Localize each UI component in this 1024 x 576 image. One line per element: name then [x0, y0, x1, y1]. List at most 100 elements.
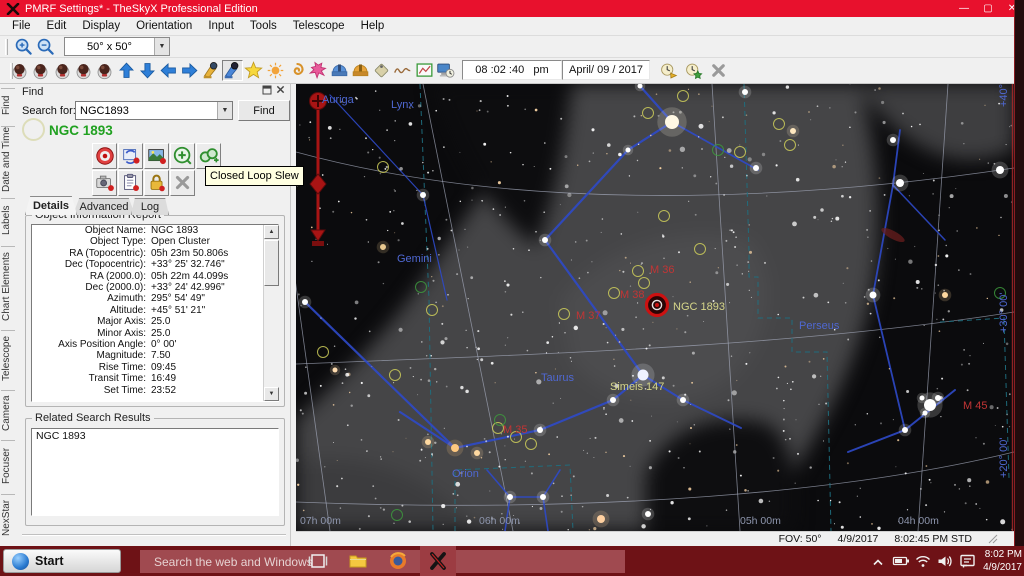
sidebar-tab-focuser[interactable]: Focuser	[1, 440, 15, 490]
clock-add-icon[interactable]	[683, 60, 704, 81]
target-marker[interactable]	[647, 295, 668, 316]
rotation-slider[interactable]	[310, 93, 327, 247]
menu-item-orientation[interactable]: Orientation	[128, 18, 200, 34]
scroll-up-icon[interactable]: ▲	[264, 225, 279, 239]
volume-icon[interactable]	[935, 552, 954, 571]
tab-advanced[interactable]: Advanced	[73, 198, 135, 215]
monitor-icon[interactable]	[435, 60, 456, 81]
lock-button[interactable]	[144, 170, 169, 196]
report-row: Magnitude:7.50	[32, 350, 278, 361]
dock-pin-icon[interactable]	[262, 85, 272, 98]
swirl-icon[interactable]	[286, 60, 307, 81]
tab-log[interactable]: Log	[131, 198, 169, 215]
menu-item-tools[interactable]: Tools	[242, 18, 285, 34]
clock-go-icon[interactable]	[658, 60, 679, 81]
chart-label: M 38	[620, 289, 644, 301]
task-view-taskbar-icon[interactable]	[300, 546, 336, 576]
scrollbar-thumb[interactable]	[264, 240, 279, 286]
menu-item-input[interactable]: Input	[200, 18, 242, 34]
taskbar-clock[interactable]: 8:02 PM 4/9/2017	[976, 548, 1022, 574]
star-icon[interactable]	[243, 60, 264, 81]
menu-item-help[interactable]: Help	[353, 18, 393, 34]
battery-icon[interactable]	[891, 552, 910, 571]
sidebar-tab-camera[interactable]: Camera	[1, 390, 15, 436]
copy-report-button[interactable]	[118, 170, 143, 196]
dome-orange-icon[interactable]	[350, 60, 371, 81]
dome-blue-icon[interactable]	[329, 60, 350, 81]
resize-grip-icon[interactable]	[988, 534, 998, 544]
joystick-icon[interactable]	[30, 60, 51, 81]
sidebar-tab-labels[interactable]: Labels	[1, 198, 15, 242]
sidebar-tab-find[interactable]: Find	[1, 88, 15, 122]
joystick-icon[interactable]	[9, 60, 30, 81]
search-label: Search for:	[22, 105, 76, 117]
report-value: +45° 51' 21"	[146, 305, 205, 316]
theskyx-taskbar-icon[interactable]	[420, 546, 456, 576]
clock-date: 4/9/2017	[976, 561, 1022, 574]
firefox-taskbar-icon[interactable]	[380, 546, 416, 576]
joystick-icon[interactable]	[73, 60, 94, 81]
time-field[interactable]: 08 :02 :40 pm	[462, 60, 562, 80]
photo-view-button[interactable]	[144, 143, 169, 169]
menu-item-telescope[interactable]: Telescope	[285, 18, 353, 34]
chart-label: +40° 00'	[998, 84, 1010, 107]
tab-details[interactable]: Details	[25, 196, 77, 215]
sidebar-tab-date-and-time[interactable]: Date and Time	[1, 126, 15, 194]
arrow-up-icon[interactable]	[116, 60, 137, 81]
find-button[interactable]: Find	[238, 100, 290, 121]
maximize-button[interactable]: ▢	[976, 0, 1000, 17]
report-row: Dec (Topocentric):+33° 25' 32.746"	[32, 259, 278, 270]
report-row: Azimuth:295° 54' 49"	[32, 293, 278, 304]
date-field[interactable]: April/ 09 / 2017	[562, 60, 650, 80]
taskbar: Start Search the web and Windows 8:02 PM…	[0, 546, 1024, 576]
related-result-item[interactable]: NGC 1893	[32, 429, 278, 443]
close-panel-icon[interactable]	[276, 85, 285, 98]
zoom-out-button[interactable]	[34, 37, 56, 57]
arrow-right-icon[interactable]	[179, 60, 200, 81]
related-results-listbox[interactable]: NGC 1893	[31, 428, 279, 516]
add-list-button[interactable]	[170, 143, 195, 169]
take-photo-button[interactable]	[92, 170, 117, 196]
slew-target-button[interactable]	[92, 143, 117, 169]
chart-icon[interactable]	[414, 60, 435, 81]
splash-icon[interactable]	[307, 60, 328, 81]
close-x-icon[interactable]	[708, 60, 729, 81]
squiggle-icon[interactable]	[392, 60, 413, 81]
star-chart[interactable]: AurigaLynxGeminiPerseusTaurusOrionNGC 18…	[296, 84, 1014, 531]
chart-label: 07h 00m	[300, 515, 341, 527]
toolbar-grip[interactable]	[5, 39, 8, 55]
chevron-down-icon[interactable]: ▼	[217, 102, 232, 119]
menu-item-display[interactable]: Display	[74, 18, 128, 34]
sidebar-tab-nexstar[interactable]: NexStar	[1, 494, 15, 540]
sidebar-tab-telescope[interactable]: Telescope	[1, 330, 15, 386]
zoom-in-button[interactable]	[12, 37, 34, 57]
chevron-down-icon[interactable]: ▼	[154, 38, 169, 55]
arrow-down-icon[interactable]	[137, 60, 158, 81]
start-button[interactable]: Start	[3, 549, 121, 573]
minimize-button[interactable]: —	[952, 0, 976, 17]
sun-icon[interactable]	[265, 60, 286, 81]
report-scrollbar[interactable]: ▲ ▼	[263, 225, 279, 401]
menu-item-edit[interactable]: Edit	[39, 18, 75, 34]
sidebar-tab-chart-elements[interactable]: Chart Elements	[1, 246, 15, 326]
tag-icon[interactable]	[371, 60, 392, 81]
scope-blue-icon[interactable]	[222, 60, 243, 81]
scope-yellow-icon[interactable]	[201, 60, 222, 81]
remove-button[interactable]	[170, 170, 195, 196]
scroll-down-icon[interactable]: ▼	[264, 387, 279, 401]
arrow-left-icon[interactable]	[158, 60, 179, 81]
sync-button[interactable]	[118, 143, 143, 169]
search-input[interactable]: NGC1893 ▼	[75, 101, 233, 120]
notification-icon[interactable]	[957, 552, 976, 571]
object-report-listbox[interactable]: Object Name:NGC 1893Object Type:Open Clu…	[31, 224, 279, 402]
joystick-icon[interactable]	[94, 60, 115, 81]
app-window: PMRF Settings* - TheSkyX Professional Ed…	[0, 0, 1024, 576]
report-label: Object Type:	[32, 236, 146, 247]
tooltip: Closed Loop Slew	[205, 166, 304, 186]
fov-selector[interactable]: 50° x 50° ▼	[64, 37, 170, 56]
chevron-up-icon[interactable]	[869, 552, 888, 571]
menu-item-file[interactable]: File	[4, 18, 39, 34]
joystick-icon[interactable]	[52, 60, 73, 81]
wifi-icon[interactable]	[913, 552, 932, 571]
file-explorer-taskbar-icon[interactable]	[340, 546, 376, 576]
